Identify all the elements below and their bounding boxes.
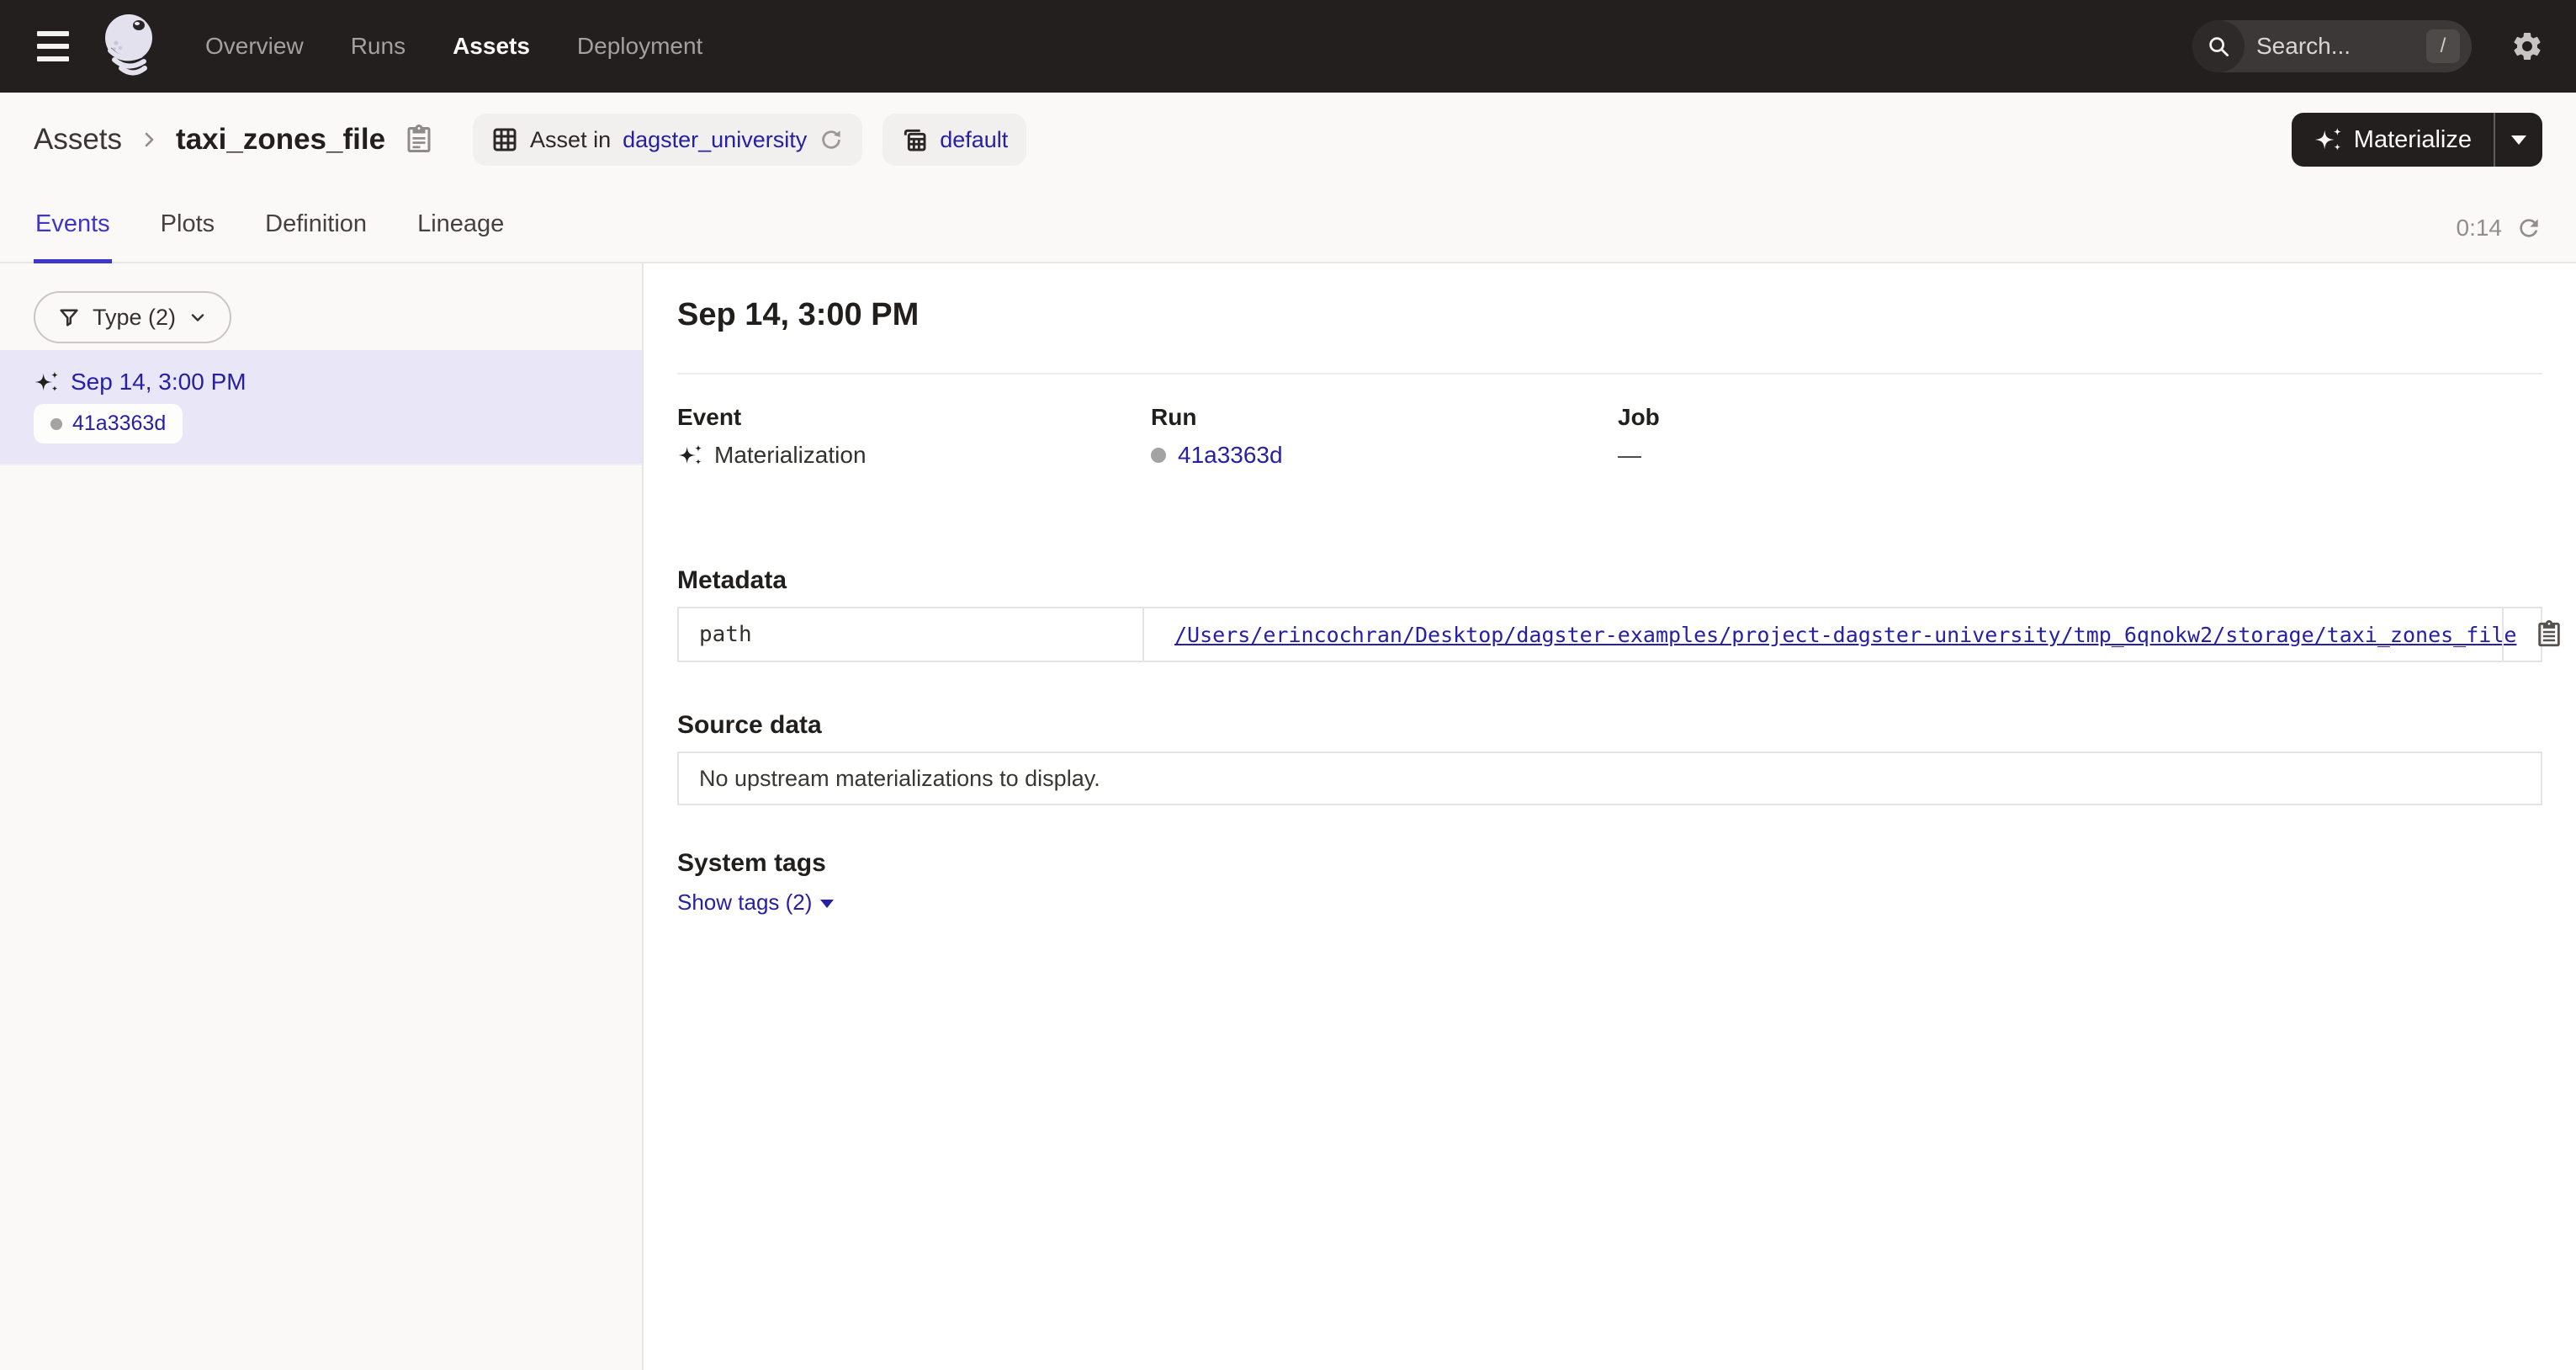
run-id-pill[interactable]: 41a3363d xyxy=(34,404,183,443)
metadata-path-link[interactable]: /Users/erincochran/Desktop/dagster-examp… xyxy=(1174,623,2516,647)
table-icon xyxy=(491,126,518,153)
job-empty-value: — xyxy=(1618,442,1641,469)
type-filter-label: Type (2) xyxy=(93,305,176,331)
system-tags-heading: System tags xyxy=(677,849,2542,878)
group-badge: default xyxy=(883,114,1026,166)
hamburger-menu-icon[interactable] xyxy=(29,19,82,73)
metadata-empty-cell xyxy=(2502,608,2541,661)
tab-definition[interactable]: Definition xyxy=(263,210,368,262)
run-status-dot xyxy=(1151,448,1166,463)
group-link[interactable]: default xyxy=(940,127,1008,153)
job-column-header: Job xyxy=(1618,403,2542,432)
refresh-countdown: 0:14 xyxy=(2457,215,2503,242)
show-tags-label: Show tags (2) xyxy=(677,889,812,916)
events-sidebar: Type (2) Sep 14, 3:00 PM 41a3363d xyxy=(0,263,644,1370)
reload-icon[interactable] xyxy=(819,127,844,152)
run-id-link[interactable]: 41a3363d xyxy=(72,412,166,436)
code-location-link[interactable]: dagster_university xyxy=(623,127,807,153)
refresh-icon[interactable] xyxy=(2515,215,2542,242)
chevron-right-icon xyxy=(139,130,159,150)
code-location-badge: Asset in dagster_university xyxy=(473,114,862,166)
search-box[interactable]: / xyxy=(2192,20,2472,72)
nav-item-overview[interactable]: Overview xyxy=(205,33,304,60)
filter-icon xyxy=(57,305,81,329)
caret-down-icon xyxy=(2511,135,2526,145)
divider xyxy=(677,373,2542,374)
copy-asset-name-icon[interactable] xyxy=(400,121,437,158)
event-timestamp-link[interactable]: Sep 14, 3:00 PM xyxy=(71,369,246,396)
run-status-dot xyxy=(50,418,62,430)
source-data-heading: Source data xyxy=(677,711,2542,740)
event-column-header: Event xyxy=(677,403,1151,432)
materialize-label: Materialize xyxy=(2354,126,2472,154)
event-type-label: Materialization xyxy=(714,442,867,469)
gear-icon[interactable] xyxy=(2510,29,2544,63)
asset-name: taxi_zones_file xyxy=(176,123,385,157)
content-area: Type (2) Sep 14, 3:00 PM 41a3363d xyxy=(0,263,2576,1370)
group-icon xyxy=(901,126,928,153)
chevron-down-icon xyxy=(188,307,208,327)
materialize-split-button: Materialize xyxy=(2292,113,2542,167)
event-list-item[interactable]: Sep 14, 3:00 PM 41a3363d xyxy=(0,350,642,465)
tab-events[interactable]: Events xyxy=(34,210,112,262)
run-column-header: Run xyxy=(1151,403,1618,432)
metadata-heading: Metadata xyxy=(677,566,2542,595)
run-id-link[interactable]: 41a3363d xyxy=(1178,442,1283,469)
breadcrumb-row: Assets taxi_zones_file Asset in dagster_… xyxy=(0,93,2576,187)
metadata-table: path /Users/erincochran/Desktop/dagster-… xyxy=(677,607,2542,662)
materialize-dropdown-button[interactable] xyxy=(2495,113,2542,167)
caret-down-icon xyxy=(820,900,834,908)
show-tags-toggle[interactable]: Show tags (2) xyxy=(677,889,834,916)
materialize-button[interactable]: Materialize xyxy=(2292,113,2494,167)
dagster-logo[interactable] xyxy=(98,11,162,82)
event-detail-panel: Sep 14, 3:00 PM Event Materialization Ru… xyxy=(644,263,2576,1370)
tabs-row: Events Plots Definition Lineage 0:14 xyxy=(0,187,2576,263)
system-tags-section: System tags Show tags (2) xyxy=(677,849,2542,916)
source-data-section: Source data No upstream materializations… xyxy=(677,711,2542,805)
breadcrumb-assets-link[interactable]: Assets xyxy=(34,123,122,157)
event-title: Sep 14, 3:00 PM xyxy=(677,295,2542,334)
asset-in-label: Asset in xyxy=(530,127,611,153)
metadata-key-cell: path xyxy=(679,608,1144,661)
materialization-sparkle-icon xyxy=(34,370,59,394)
metadata-section: Metadata path /Users/erincochran/Desktop… xyxy=(677,566,2542,662)
search-input[interactable] xyxy=(2256,33,2399,60)
tab-plots[interactable]: Plots xyxy=(159,210,216,262)
primary-nav: Overview Runs Assets Deployment xyxy=(205,33,702,60)
nav-item-runs[interactable]: Runs xyxy=(351,33,405,60)
metadata-value-cell: /Users/erincochran/Desktop/dagster-examp… xyxy=(1144,608,2502,661)
nav-item-assets[interactable]: Assets xyxy=(453,33,530,60)
materialization-sparkle-icon xyxy=(2314,126,2342,153)
search-icon xyxy=(2192,20,2245,72)
nav-item-deployment[interactable]: Deployment xyxy=(577,33,702,60)
source-data-empty-message: No upstream materializations to display. xyxy=(677,751,2542,805)
type-filter-button[interactable]: Type (2) xyxy=(34,291,231,343)
tab-lineage[interactable]: Lineage xyxy=(416,210,506,262)
slash-shortcut-badge: / xyxy=(2426,29,2460,63)
materialization-sparkle-icon xyxy=(677,443,702,467)
top-nav: Overview Runs Assets Deployment / xyxy=(0,0,2576,93)
